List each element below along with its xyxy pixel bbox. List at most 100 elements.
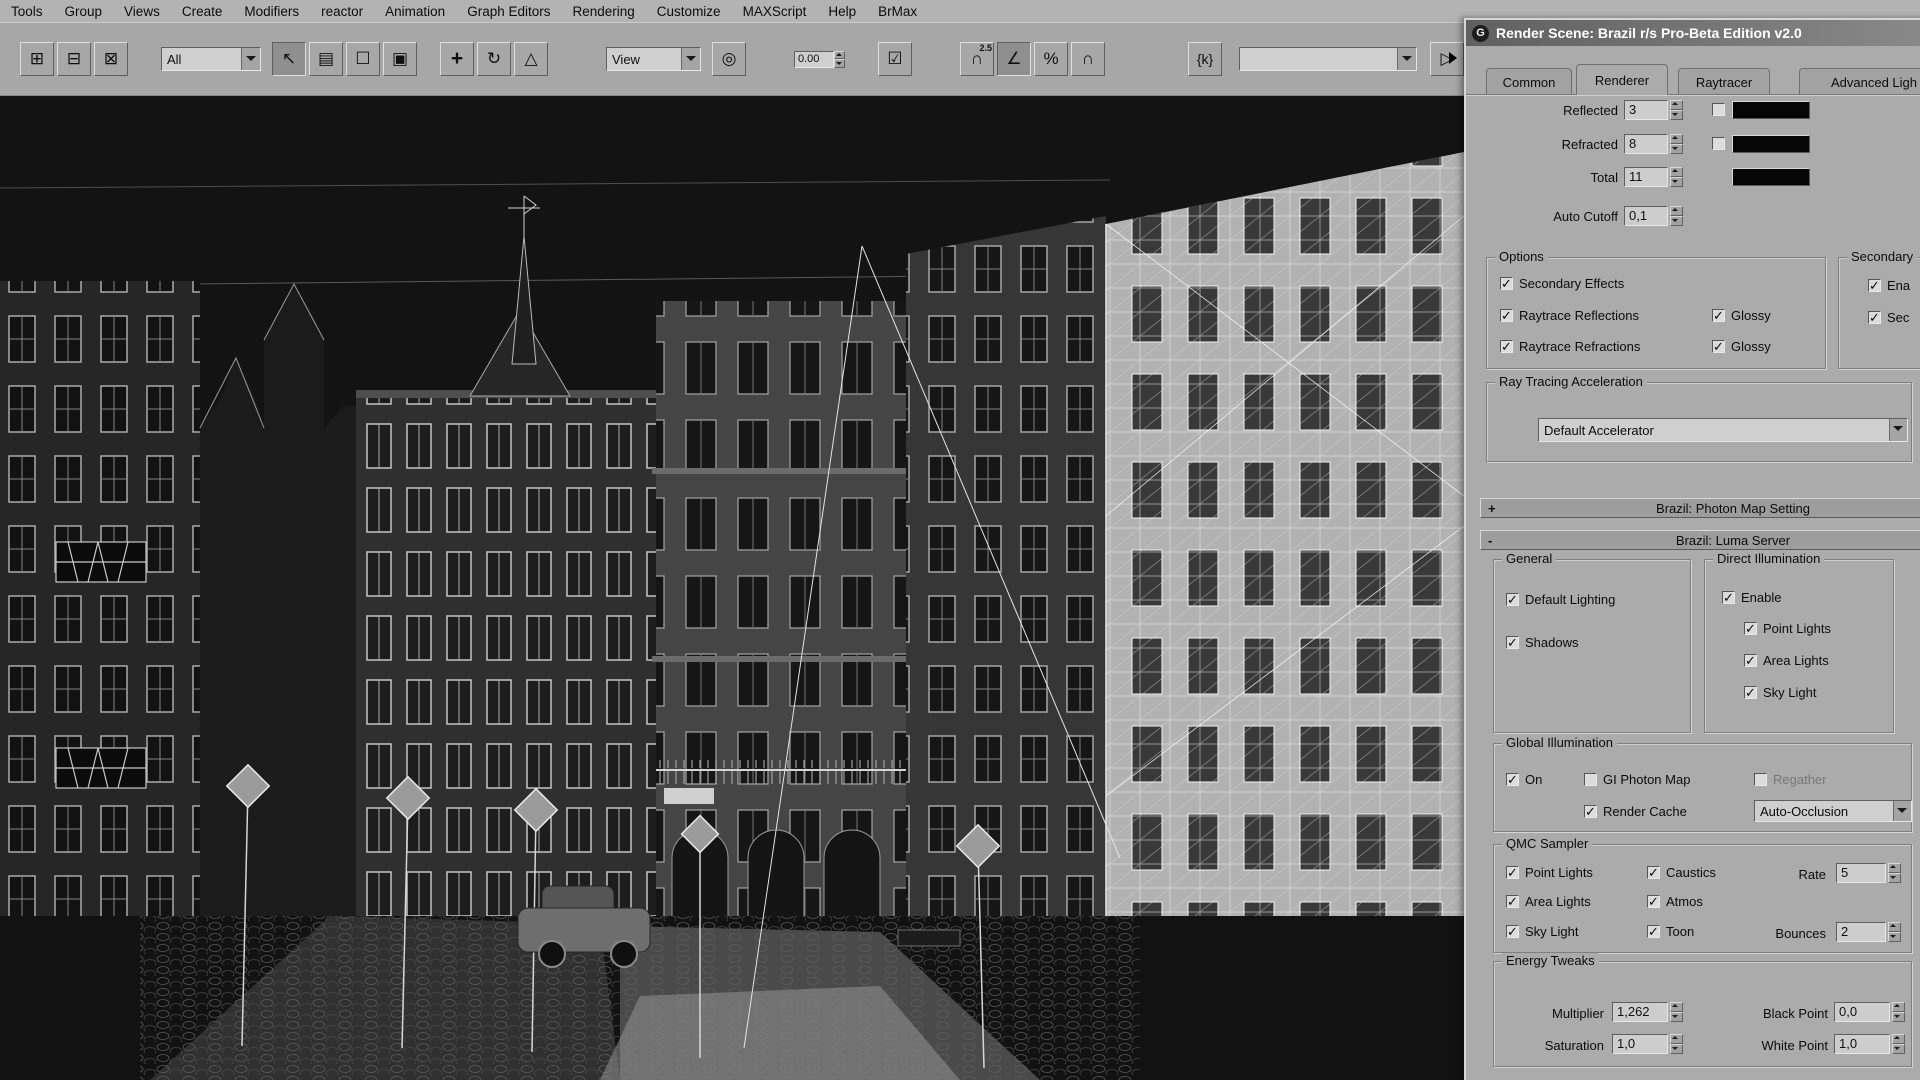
menu-animation[interactable]: Animation (374, 4, 456, 19)
multiplier-spinner[interactable] (1670, 1002, 1683, 1022)
total-field[interactable]: 11 (1624, 167, 1668, 187)
menu-views[interactable]: Views (113, 4, 171, 19)
auto-cutoff-field[interactable]: 0,1 (1624, 206, 1668, 226)
menu-group[interactable]: Group (54, 4, 114, 19)
chevron-down-icon[interactable] (241, 48, 260, 70)
menu-reactor[interactable]: reactor (310, 4, 374, 19)
rollup-expand-icon[interactable]: + (1488, 501, 1496, 516)
angle-snap-icon[interactable]: ∠ (997, 42, 1031, 76)
named-selection-dropdown[interactable] (1239, 47, 1417, 71)
menu-rendering[interactable]: Rendering (562, 4, 646, 19)
white-point-spinner[interactable] (1892, 1034, 1905, 1054)
total-spinner[interactable] (1670, 167, 1683, 187)
offset-spinner-arrows[interactable] (834, 51, 845, 68)
chevron-down-icon[interactable] (1893, 801, 1911, 821)
unlink-selection-icon[interactable]: ⊟ (57, 42, 91, 76)
saturation-spinner[interactable] (1670, 1034, 1683, 1054)
rate-spinner[interactable] (1888, 863, 1901, 883)
tab-raytracer[interactable]: Raytracer (1678, 68, 1770, 95)
raytrace-refractions-checkbox[interactable]: ✓ (1500, 340, 1513, 353)
di-area-lights-checkbox[interactable]: ✓ (1744, 654, 1757, 667)
gi-photon-map-checkbox[interactable] (1584, 773, 1597, 786)
use-pivot-center-icon[interactable]: ◎ (712, 42, 746, 76)
refracted-field[interactable]: 8 (1624, 134, 1668, 154)
reflected-color-swatch[interactable] (1732, 101, 1810, 119)
glossy-reflections-checkbox[interactable]: ✓ (1712, 309, 1725, 322)
auto-occlusion-dropdown[interactable]: Auto-Occlusion (1754, 800, 1912, 822)
snap-toggle-icon[interactable]: ∩ 2.5 (960, 42, 994, 76)
di-sky-light-checkbox[interactable]: ✓ (1744, 686, 1757, 699)
menu-modifiers[interactable]: Modifiers (233, 4, 310, 19)
saturation-field[interactable]: 1,0 (1612, 1034, 1668, 1054)
secondary-sec-checkbox[interactable]: ✓ (1868, 311, 1881, 324)
selection-region-icon[interactable]: ☐ (346, 42, 380, 76)
tab-advanced-lighting[interactable]: Advanced Ligh (1799, 68, 1920, 95)
bind-to-spacewarp-icon[interactable]: ⊠ (94, 42, 128, 76)
bounces-spinner[interactable] (1888, 922, 1901, 942)
rollup-luma-server[interactable]: - Brazil: Luma Server (1480, 530, 1920, 550)
refracted-color-swatch[interactable] (1732, 135, 1810, 153)
white-point-field[interactable]: 1,0 (1834, 1034, 1890, 1054)
rollup-photon-map[interactable]: + Brazil: Photon Map Setting (1480, 498, 1920, 518)
chevron-down-icon[interactable] (1397, 48, 1416, 70)
offset-value-field[interactable]: 0.00 (794, 51, 834, 68)
menu-customize[interactable]: Customize (646, 4, 732, 19)
multiplier-field[interactable]: 1,262 (1612, 1002, 1668, 1022)
reference-coordinate-dropdown[interactable]: View (606, 47, 701, 71)
reflected-field[interactable]: 3 (1624, 100, 1668, 120)
select-manipulate-icon[interactable]: ☑ (878, 42, 912, 76)
rate-field[interactable]: 5 (1836, 863, 1886, 883)
rollup-collapse-icon[interactable]: - (1488, 533, 1492, 548)
menu-brmax[interactable]: BrMax (867, 4, 928, 19)
tab-renderer[interactable]: Renderer (1576, 64, 1668, 95)
qmc-caustics-checkbox[interactable]: ✓ (1647, 866, 1660, 879)
tab-common[interactable]: Common (1486, 68, 1572, 95)
mirror-icon[interactable]: ▷ (1430, 42, 1464, 76)
secondary-enable-checkbox[interactable]: ✓ (1868, 279, 1881, 292)
gi-render-cache-checkbox[interactable]: ✓ (1584, 805, 1597, 818)
menu-help[interactable]: Help (817, 4, 867, 19)
bounces-field[interactable]: 2 (1836, 922, 1886, 942)
black-point-field[interactable]: 0,0 (1834, 1002, 1890, 1022)
selection-filter-dropdown[interactable]: All (161, 47, 261, 71)
qmc-toon-checkbox[interactable]: ✓ (1647, 925, 1660, 938)
select-move-icon[interactable]: + (440, 42, 474, 76)
chevron-down-icon[interactable] (681, 48, 700, 70)
reflected-spinner[interactable] (1670, 100, 1683, 120)
viewport[interactable] (0, 96, 1464, 1080)
select-rotate-icon[interactable]: ↻ (477, 42, 511, 76)
auto-cutoff-spinner[interactable] (1670, 206, 1683, 226)
qmc-point-lights-checkbox[interactable]: ✓ (1506, 866, 1519, 879)
default-lighting-checkbox[interactable]: ✓ (1506, 593, 1519, 606)
dialog-titlebar[interactable]: G Render Scene: Brazil r/s Pro-Beta Edit… (1466, 20, 1920, 46)
keyboard-override-icon[interactable]: {k} (1188, 42, 1222, 76)
select-by-name-icon[interactable]: ▤ (309, 42, 343, 76)
gi-regather-checkbox[interactable] (1754, 773, 1767, 786)
di-enable-checkbox[interactable]: ✓ (1722, 591, 1735, 604)
ray-accel-dropdown[interactable]: Default Accelerator (1538, 418, 1908, 442)
black-point-spinner[interactable] (1892, 1002, 1905, 1022)
secondary-effects-checkbox[interactable]: ✓ (1500, 277, 1513, 290)
qmc-sky-light-checkbox[interactable]: ✓ (1506, 925, 1519, 938)
select-object-icon[interactable]: ↖ (272, 42, 306, 76)
select-scale-icon[interactable]: △ (514, 42, 548, 76)
raytrace-reflections-checkbox[interactable]: ✓ (1500, 309, 1513, 322)
window-crossing-icon[interactable]: ▣ (383, 42, 417, 76)
qmc-atmos-checkbox[interactable]: ✓ (1647, 895, 1660, 908)
qmc-area-lights-checkbox[interactable]: ✓ (1506, 895, 1519, 908)
refracted-fog-checkbox[interactable] (1712, 137, 1725, 150)
toolbar-overflow-arrow[interactable] (1449, 52, 1457, 64)
spinner-snap-icon[interactable]: ∩ (1071, 42, 1105, 76)
di-point-lights-checkbox[interactable]: ✓ (1744, 622, 1757, 635)
menu-graph-editors[interactable]: Graph Editors (456, 4, 561, 19)
menu-tools[interactable]: Tools (0, 4, 54, 19)
shadows-checkbox[interactable]: ✓ (1506, 636, 1519, 649)
percent-snap-icon[interactable]: % (1034, 42, 1068, 76)
select-and-link-icon[interactable]: ⊞ (20, 42, 54, 76)
reflected-fog-checkbox[interactable] (1712, 103, 1725, 116)
glossy-refractions-checkbox[interactable]: ✓ (1712, 340, 1725, 353)
menu-maxscript[interactable]: MAXScript (732, 4, 818, 19)
menu-create[interactable]: Create (171, 4, 234, 19)
gi-on-checkbox[interactable]: ✓ (1506, 773, 1519, 786)
total-color-swatch[interactable] (1732, 168, 1810, 186)
